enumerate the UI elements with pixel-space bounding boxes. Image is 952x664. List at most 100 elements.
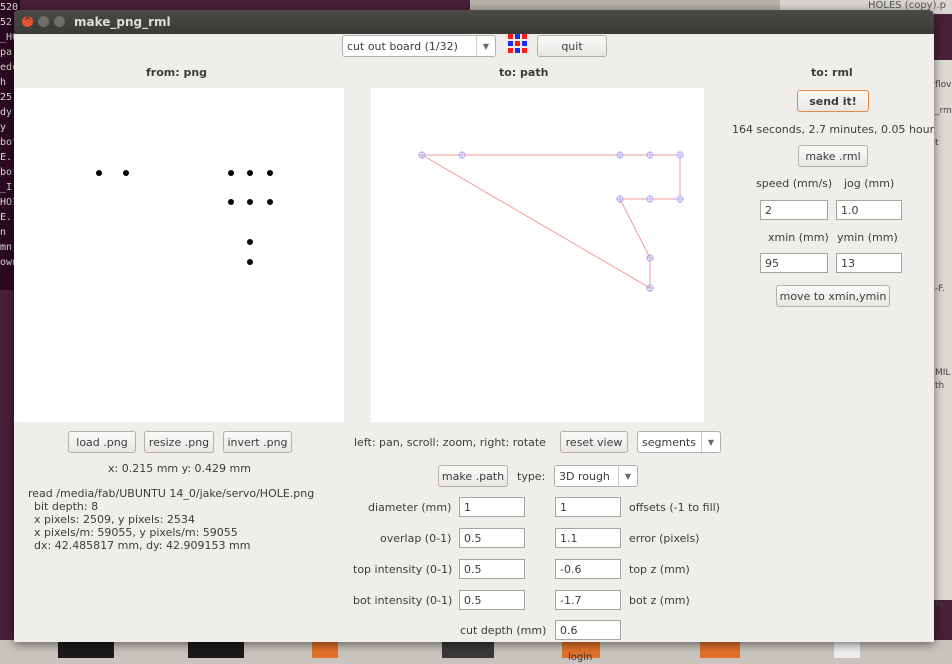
type-select[interactable]: 3D rough ▼	[554, 465, 638, 487]
invert-png-button[interactable]: invert .png	[223, 431, 292, 453]
chevron-down-icon: ▼	[701, 432, 720, 452]
background-terminal-line: E.	[0, 152, 13, 163]
path-marker	[676, 195, 684, 203]
path-marker	[616, 151, 624, 159]
window-title: make_png_rml	[74, 15, 171, 29]
top-intensity-label: top intensity (0-1)	[353, 563, 453, 576]
offsets-field[interactable]	[555, 497, 621, 517]
hole-dot	[247, 259, 253, 265]
type-label: type:	[517, 470, 546, 483]
hole-dot	[96, 170, 102, 176]
background-terminal-line: pa	[0, 47, 13, 58]
png-info-line: x pixels/m: 59055, y pixels/m: 59055	[34, 526, 238, 539]
close-window-button[interactable]: ✕	[22, 14, 33, 27]
speed-label: speed (mm/s)	[756, 177, 833, 190]
display-mode-select[interactable]: segments ▼	[637, 431, 721, 453]
bot-z-field[interactable]	[555, 590, 621, 610]
minimize-window-button[interactable]	[38, 16, 49, 27]
png-info-line: bit depth: 8	[34, 500, 99, 513]
path-marker	[458, 151, 466, 159]
overlap-label: overlap (0-1)	[380, 532, 452, 545]
cursor-coordinates: x: 0.215 mm y: 0.429 mm	[108, 462, 251, 475]
load-png-button[interactable]: load .png	[68, 431, 136, 453]
path-heading: to: path	[499, 66, 549, 79]
maximize-window-button[interactable]	[54, 16, 65, 27]
offsets-label: offsets (-1 to fill)	[629, 501, 720, 514]
background-file-label: login	[568, 652, 593, 663]
png-preview[interactable]	[14, 88, 344, 422]
path-marker	[646, 284, 654, 292]
title-bar[interactable]: ✕ make_png_rml	[14, 10, 934, 34]
background-right-text: -F.	[935, 284, 945, 294]
main-window: ✕ make_png_rml cut out board (1/32) ▼ qu…	[14, 10, 934, 642]
make-path-button[interactable]: make .path	[438, 465, 508, 487]
ymin-field[interactable]	[836, 253, 902, 273]
background-terminal-line: h	[0, 77, 7, 88]
path-marker	[646, 151, 654, 159]
background-right-text: t	[935, 138, 939, 148]
background-thumbnail	[312, 642, 338, 658]
ymin-label: ymin (mm)	[837, 231, 898, 244]
background-right-text: MIL	[935, 368, 951, 378]
hole-dot	[267, 170, 273, 176]
background-right-text: _rm	[935, 106, 952, 116]
hole-dot	[247, 170, 253, 176]
chevron-down-icon: ▼	[476, 36, 495, 56]
path-marker	[646, 195, 654, 203]
background-terminal-line: mn	[0, 242, 13, 253]
job-select[interactable]: cut out board (1/32) ▼	[342, 35, 496, 57]
xmin-label: xmin (mm)	[768, 231, 829, 244]
png-info-line: read /media/fab/UBUNTU 14_0/jake/servo/H…	[28, 487, 315, 500]
chevron-down-icon: ▼	[618, 466, 637, 486]
path-marker	[676, 151, 684, 159]
background-thumbnail	[188, 642, 244, 658]
machine-grid-icon[interactable]	[508, 34, 528, 54]
path-preview[interactable]	[371, 88, 704, 422]
hole-dot	[123, 170, 129, 176]
jog-field[interactable]	[836, 200, 902, 220]
send-it-button[interactable]: send it!	[797, 90, 869, 112]
overlap-field[interactable]	[459, 528, 525, 548]
top-intensity-field[interactable]	[459, 559, 525, 579]
bot-intensity-field[interactable]	[459, 590, 525, 610]
hole-dot	[267, 199, 273, 205]
quit-button[interactable]: quit	[537, 35, 607, 57]
cut-depth-field[interactable]	[555, 620, 621, 640]
diameter-field[interactable]	[459, 497, 525, 517]
png-info-line: x pixels: 2509, y pixels: 2534	[34, 513, 195, 526]
top-z-field[interactable]	[555, 559, 621, 579]
background-thumbnail	[700, 642, 740, 658]
png-heading: from: png	[146, 66, 208, 79]
speed-field[interactable]	[760, 200, 828, 220]
time-estimate: 164 seconds, 2.7 minutes, 0.05 hours	[732, 123, 934, 136]
resize-png-button[interactable]: resize .png	[144, 431, 214, 453]
move-to-origin-button[interactable]: move to xmin,ymin	[776, 285, 890, 307]
hole-dot	[247, 239, 253, 245]
background-terminal-line: dy	[0, 107, 13, 118]
error-field[interactable]	[555, 528, 621, 548]
type-value: 3D rough	[559, 469, 610, 483]
bot-z-label: bot z (mm)	[629, 594, 690, 607]
close-icon: ✕	[23, 14, 32, 24]
background-thumbnail	[442, 642, 494, 658]
view-hint: left: pan, scroll: zoom, right: rotate	[354, 436, 546, 449]
background-terminal-line: y	[0, 122, 7, 133]
diameter-label: diameter (mm)	[368, 501, 452, 514]
path-marker	[646, 254, 654, 262]
xmin-field[interactable]	[760, 253, 828, 273]
error-label: error (pixels)	[629, 532, 700, 545]
path-marker	[616, 195, 624, 203]
background-terminal-line: n	[0, 227, 7, 238]
background-right-text: fa	[935, 600, 944, 610]
cut-depth-label: cut depth (mm)	[460, 624, 547, 637]
make-rml-button[interactable]: make .rml	[798, 145, 868, 167]
background-terminal-line: _I	[0, 182, 13, 193]
reset-view-button[interactable]: reset view	[560, 431, 628, 453]
background-right-text: th	[935, 381, 945, 391]
path-segment	[619, 198, 651, 259]
background-thumbnail	[58, 642, 114, 658]
job-select-value: cut out board (1/32)	[347, 39, 458, 53]
hole-dot	[247, 199, 253, 205]
rml-heading: to: rml	[811, 66, 853, 79]
png-info-line: dx: 42.485817 mm, dy: 42.909153 mm	[34, 539, 251, 552]
